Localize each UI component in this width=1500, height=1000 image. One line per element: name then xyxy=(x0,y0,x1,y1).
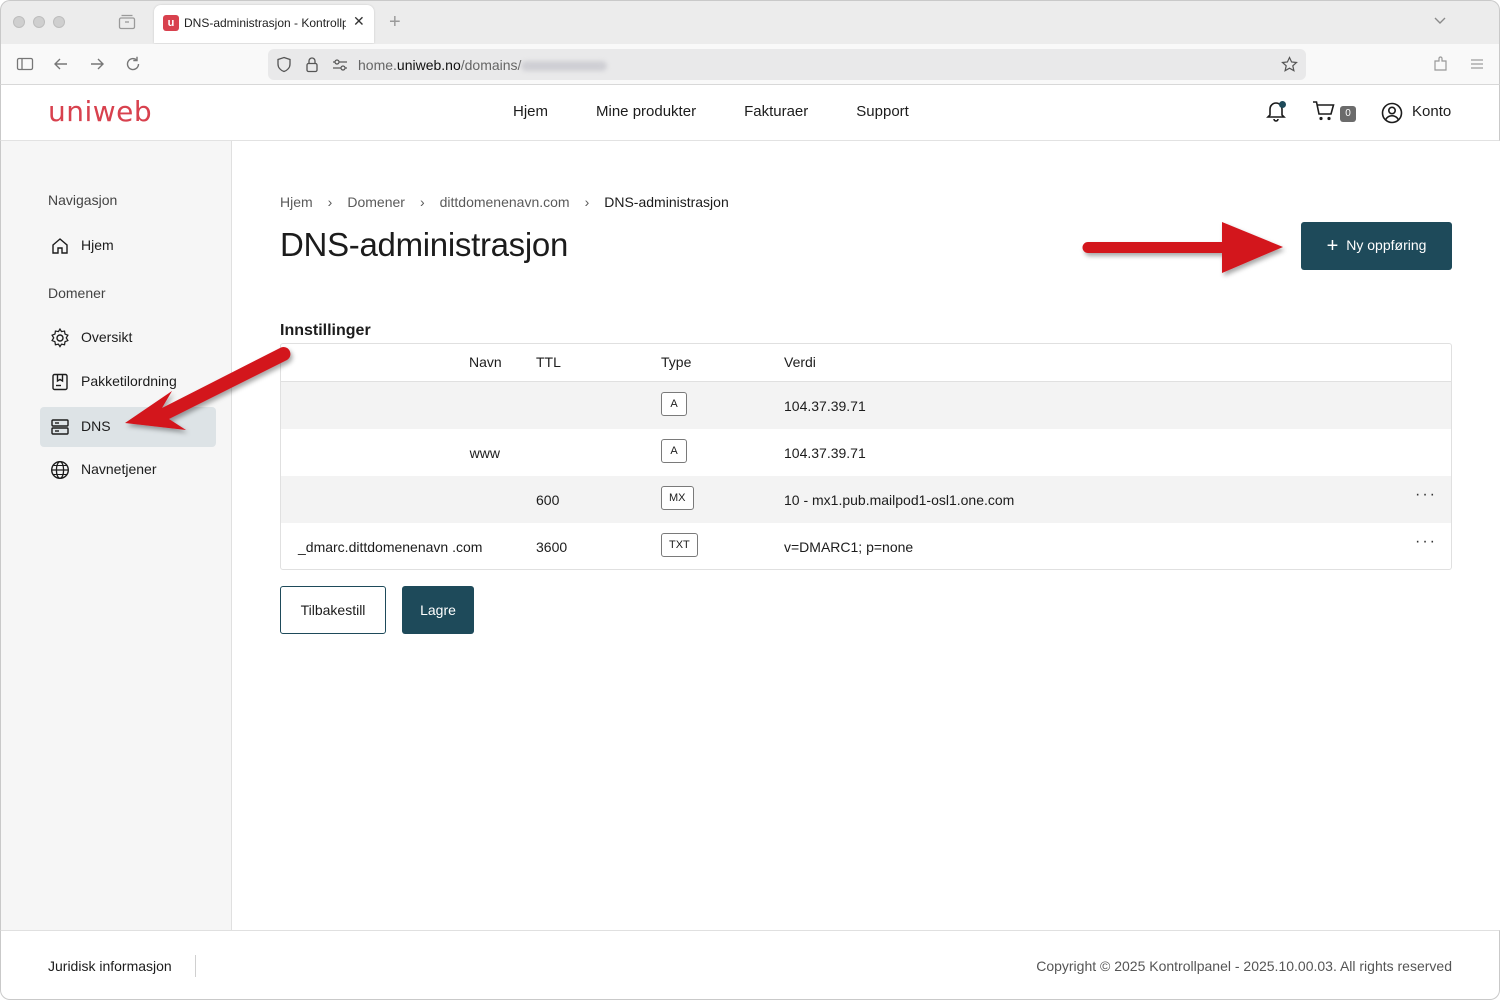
record-type-badge: TXT xyxy=(661,533,698,557)
window-minimize-button[interactable] xyxy=(33,16,45,28)
breadcrumb-current: DNS-administrasjon xyxy=(604,194,729,210)
nav-fakturaer[interactable]: Fakturaer xyxy=(744,103,808,120)
window-close-button[interactable] xyxy=(13,16,25,28)
sidebar-heading-domains: Domener xyxy=(48,285,106,301)
section-title: Innstillinger xyxy=(280,322,371,339)
browser-toolbar: home.uniweb.no/domains/ xyxy=(0,44,1500,85)
new-record-button[interactable]: + Ny oppføring xyxy=(1301,222,1452,270)
menu-lines-icon[interactable] xyxy=(1468,55,1486,73)
tab-overview-icon[interactable] xyxy=(118,14,136,30)
record-ttl: 3600 xyxy=(536,539,568,555)
package-icon xyxy=(52,373,68,391)
table-row[interactable]: A 104.37.39.71 xyxy=(281,382,1451,429)
chevron-right-icon: › xyxy=(584,194,590,210)
extensions-icon[interactable] xyxy=(1432,55,1450,73)
record-ttl: 600 xyxy=(536,492,560,508)
forward-arrow-icon[interactable] xyxy=(88,55,106,73)
record-name: www xyxy=(469,445,500,461)
cart-icon[interactable] xyxy=(1312,100,1336,122)
record-type-badge: A xyxy=(661,392,687,416)
site-footer: Juridisk informasjon Copyright © 2025 Ko… xyxy=(0,930,1500,1000)
row-menu-icon[interactable]: ··· xyxy=(1415,533,1437,551)
nav-support[interactable]: Support xyxy=(856,103,909,120)
server-icon xyxy=(51,419,69,435)
table-header: Navn TTL Type Verdi xyxy=(281,344,1451,382)
sidebar-item-home[interactable]: Hjem xyxy=(40,226,216,266)
chevron-right-icon: › xyxy=(327,194,333,210)
sidebar: Navigasjon Hjem Domener Oversikt Pakketi… xyxy=(0,141,232,930)
sidebar-item-pakketilordning[interactable]: Pakketilordning xyxy=(40,362,216,402)
plus-icon: + xyxy=(1326,234,1339,257)
site-settings-icon[interactable] xyxy=(332,58,348,72)
browser-tab[interactable]: u DNS-administrasjon - Kontrollpanel ✕ xyxy=(154,5,374,43)
record-value: v=DMARC1; p=none xyxy=(784,539,914,555)
breadcrumb-domener[interactable]: Domener xyxy=(347,194,405,210)
sidebar-item-navnetjener[interactable]: Navnetjener xyxy=(40,450,216,490)
new-tab-icon[interactable]: + xyxy=(389,11,401,34)
lock-icon[interactable] xyxy=(305,56,319,73)
breadcrumb-domain[interactable]: dittdomenenavn.com xyxy=(440,194,570,210)
nav-mine-produkter[interactable]: Mine produkter xyxy=(596,103,696,120)
site-favicon: u xyxy=(163,15,179,31)
record-type-badge: MX xyxy=(661,486,694,510)
tab-list-chevron-icon[interactable] xyxy=(1433,13,1447,27)
home-icon xyxy=(52,238,68,254)
chevron-right-icon: › xyxy=(419,194,425,210)
gear-icon xyxy=(51,328,69,348)
arrow-to-new-record-button xyxy=(1082,222,1283,273)
footer-divider xyxy=(195,955,196,977)
record-value: 10 - mx1.pub.mailpod1-osl1.one.com xyxy=(784,492,1015,508)
bookmark-star-icon[interactable] xyxy=(1281,56,1298,73)
site-header: uniweb Hjem Mine produkter Fakturaer Sup… xyxy=(0,85,1500,141)
redacted-id xyxy=(521,61,608,72)
column-header-type: Type xyxy=(661,354,692,370)
sidebar-heading-navigation: Navigasjon xyxy=(48,192,118,208)
record-value: 104.37.39.71 xyxy=(784,398,866,414)
globe-icon xyxy=(50,460,70,480)
cart-count-badge: 0 xyxy=(1340,106,1356,122)
sidebar-item-dns[interactable]: DNS xyxy=(40,407,216,447)
legal-info-link[interactable]: Juridisk informasjon xyxy=(48,958,172,974)
sidebar-item-label: DNS xyxy=(81,418,111,434)
sidebar-item-label: Hjem xyxy=(81,237,114,253)
save-button[interactable]: Lagre xyxy=(402,586,474,634)
breadcrumb: Hjem › Domener › dittdomenenavn.com › DNS-admi… xyxy=(280,194,729,210)
tab-close-icon[interactable]: ✕ xyxy=(353,13,365,30)
reset-button[interactable]: Tilbakestill xyxy=(280,586,386,634)
copyright-text: Copyright © 2025 Kontrollpanel - 2025.10… xyxy=(1036,958,1452,974)
account-link[interactable]: Konto xyxy=(1412,103,1451,120)
sidebar-item-oversikt[interactable]: Oversikt xyxy=(40,318,216,358)
breadcrumb-hjem[interactable]: Hjem xyxy=(280,194,313,210)
sidebar-toggle-icon[interactable] xyxy=(16,55,34,73)
window-zoom-button[interactable] xyxy=(53,16,65,28)
page-title: DNS-administrasjon xyxy=(280,226,569,263)
column-header-ttl: TTL xyxy=(536,354,561,370)
sidebar-item-label: Oversikt xyxy=(81,329,133,345)
new-record-label: Ny oppføring xyxy=(1346,236,1427,253)
table-row[interactable]: _dmarc.dittdomenenavn .com 3600 TXT v=DM… xyxy=(281,523,1451,569)
tab-title: DNS-administrasjon - Kontrollpanel xyxy=(184,16,346,30)
shield-icon[interactable] xyxy=(276,56,292,73)
table-row[interactable]: www A 104.37.39.71 xyxy=(281,429,1451,476)
record-name: _dmarc.dittdomenenavn .com xyxy=(298,539,483,555)
row-menu-icon[interactable]: ··· xyxy=(1415,486,1437,504)
back-arrow-icon[interactable] xyxy=(52,55,70,73)
table-row[interactable]: 600 MX 10 - mx1.pub.mailpod1-osl1.one.co… xyxy=(281,476,1451,523)
sidebar-item-label: Navnetjener xyxy=(81,461,157,477)
record-type-badge: A xyxy=(661,439,687,463)
url-text: home.uniweb.no/domains/ xyxy=(358,57,608,73)
main-nav: Hjem Mine produkter Fakturaer Support xyxy=(513,103,909,120)
dns-records-table: Navn TTL Type Verdi A 104.37.39.71 www A… xyxy=(280,343,1452,570)
record-value: 104.37.39.71 xyxy=(784,445,866,461)
reload-icon[interactable] xyxy=(124,55,142,73)
address-bar[interactable]: home.uniweb.no/domains/ xyxy=(268,49,1306,80)
account-icon[interactable] xyxy=(1381,102,1403,124)
uniweb-logo[interactable]: uniweb xyxy=(48,95,152,128)
column-header-value: Verdi xyxy=(784,354,816,370)
nav-hjem[interactable]: Hjem xyxy=(513,103,548,120)
browser-tab-bar: u DNS-administrasjon - Kontrollpanel ✕ + xyxy=(0,0,1500,44)
notification-dot xyxy=(1279,101,1286,108)
sidebar-item-label: Pakketilordning xyxy=(81,373,177,389)
column-header-name: Navn xyxy=(469,354,502,370)
